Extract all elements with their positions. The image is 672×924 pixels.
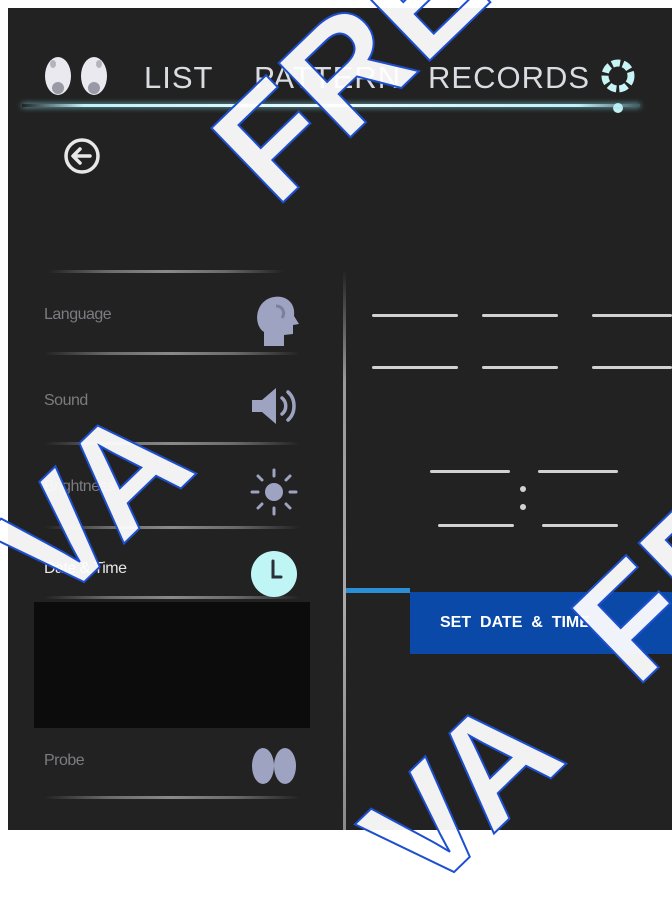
sidebar-item-label: Date & Time	[44, 560, 127, 577]
sidebar-item-sound[interactable]: Sound	[8, 370, 338, 440]
date-placeholder	[482, 366, 558, 369]
footprints-icon	[45, 57, 107, 95]
tab-records[interactable]: RECORDS	[428, 60, 590, 96]
footprints-icon	[252, 748, 296, 784]
sidebar-divider	[44, 442, 300, 445]
date-placeholder	[592, 314, 672, 317]
date-placeholder	[592, 366, 672, 369]
sidebar-item-probe[interactable]: Probe	[8, 730, 338, 800]
time-colon	[520, 504, 526, 510]
sidebar-item-label: Brightness	[44, 478, 115, 495]
sidebar-item-brightness[interactable]: Brightness	[8, 456, 338, 526]
sidebar-divider	[44, 526, 300, 529]
set-date-time-button[interactable]: SET DATE & TIME	[410, 592, 672, 654]
gear-icon[interactable]	[592, 52, 644, 120]
sidebar-item-label: Language	[44, 306, 112, 323]
top-nav: LIST PATTERN RECORDS	[8, 8, 672, 174]
button-accent-bar	[346, 588, 410, 593]
sidebar-item-date-time[interactable]: Date & Time	[8, 538, 338, 608]
head-profile-icon	[257, 296, 299, 346]
sidebar-item-label: Sound	[44, 392, 88, 409]
sidebar-divider	[48, 270, 284, 273]
tab-pattern[interactable]: PATTERN	[254, 60, 401, 96]
time-placeholder	[538, 470, 618, 473]
tab-list[interactable]: LIST	[144, 60, 213, 96]
speaker-icon	[252, 388, 296, 424]
back-arrow-icon[interactable]	[62, 136, 102, 176]
time-placeholder	[430, 470, 510, 473]
time-placeholder	[438, 524, 514, 527]
settings-screen: LIST PATTERN RECORDS Language Sound Brig…	[8, 8, 672, 830]
sidebar-item-label: Probe	[44, 752, 85, 769]
redacted-block	[34, 602, 310, 728]
panel-divider	[343, 270, 346, 830]
time-placeholder	[542, 524, 618, 527]
clock-icon	[251, 551, 297, 597]
date-placeholder	[372, 314, 458, 317]
sun-icon	[250, 468, 298, 516]
date-placeholder	[482, 314, 558, 317]
time-colon	[520, 486, 526, 492]
nav-underline	[22, 104, 640, 107]
sidebar-item-language[interactable]: Language	[8, 284, 338, 354]
date-placeholder	[372, 366, 458, 369]
